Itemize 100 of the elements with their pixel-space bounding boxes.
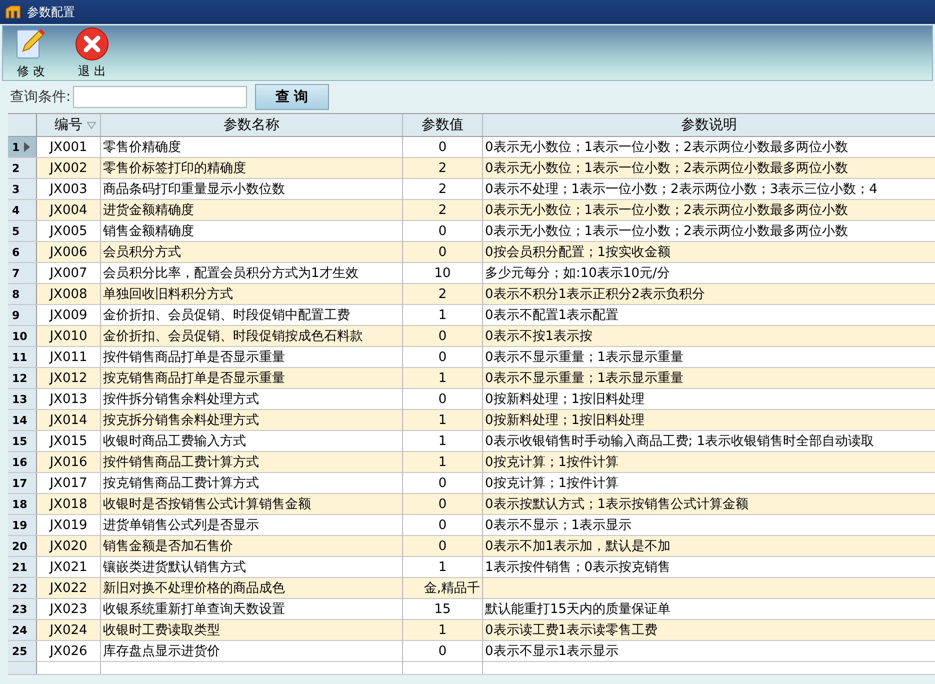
row-header[interactable]: 25 (8, 641, 37, 661)
table-cell: 收银时工费读取类型 (101, 620, 403, 640)
table-cell: 销售金额精确度 (101, 221, 403, 241)
table-cell-text: 0表示收银销售时手动输入商品工费; 1表示收银销售时全部自动读取 (484, 433, 876, 451)
table-cell: JX019 (37, 515, 101, 535)
table-cell: 0 (403, 347, 483, 367)
row-header[interactable]: 21 (8, 557, 37, 577)
table-cell: JX004 (37, 200, 101, 220)
table-row[interactable]: 15 JX015 收银时商品工费输入方式 1 0表示收银销售时手动输入商品工费; 1表示收银销售时全部自动读取 (8, 431, 935, 452)
table-row[interactable]: 10 JX010 金价折扣、会员促销、时段促销按成色石料款 0 0表示不按1表示按 (8, 326, 935, 347)
row-header[interactable]: 24 (8, 620, 37, 640)
table-row[interactable]: 12 JX012 按克销售商品打单是否显示重量 1 0表示不显示重量；1表示显示重量 (8, 368, 935, 389)
row-header[interactable]: 6 (8, 242, 37, 262)
table-cell-text: 0表示无小数位；1表示一位小数；2表示两位小数最多两位小数 (484, 202, 849, 220)
table-cell: 收银时是否按销售公式计算销售金额 (101, 494, 403, 514)
row-header[interactable]: 15 (8, 431, 37, 451)
row-header[interactable]: 11 (8, 347, 37, 367)
table-cell: 商品条码打印重量显示小数位数 (101, 179, 403, 199)
row-header[interactable]: 1 (8, 137, 37, 157)
table-cell: JX022 (37, 578, 101, 598)
table-row[interactable]: 8 JX008 单独回收旧料积分方式 2 0表示不积分1表示正积分2表示负积分 (8, 284, 935, 305)
table-row[interactable]: 1 JX001 零售价精确度 0 0表示无小数位；1表示一位小数；2表示两位小数最多两位小数 (8, 137, 935, 158)
row-header[interactable]: 23 (8, 599, 37, 619)
table-cell: 收银系统重新打单查询天数设置 (101, 599, 403, 619)
table-row[interactable]: 14 JX014 按克拆分销售余料处理方式 1 0按新料处理；1按旧料处理 (8, 410, 935, 431)
column-header[interactable]: 编号 (37, 114, 101, 136)
table-row[interactable]: 13 JX013 按件拆分销售余料处理方式 0 0按新料处理；1按旧料处理 (8, 389, 935, 410)
table-cell: 按件销售商品工费计算方式 (101, 452, 403, 472)
row-header[interactable]: 14 (8, 410, 37, 430)
row-header[interactable]: 22 (8, 578, 37, 598)
table-row[interactable]: 16 JX016 按件销售商品工费计算方式 1 0按克计算；1按件计算 (8, 452, 935, 473)
table-row[interactable]: 5 JX005 销售金额精确度 0 0表示无小数位；1表示一位小数；2表示两位小数最多两位小数 (8, 221, 935, 242)
table-cell: 0 (403, 137, 483, 157)
row-header[interactable]: 16 (8, 452, 37, 472)
row-header[interactable]: 18 (8, 494, 37, 514)
table-cell: JX026 (37, 641, 101, 661)
row-header[interactable]: 8 (8, 284, 37, 304)
table-cell: JX002 (37, 158, 101, 178)
table-row[interactable]: 20 JX020 销售金额是否加石售价 0 0表示不加1表示加，默认是不加 (8, 536, 935, 557)
column-header[interactable]: 参数名称 (101, 114, 403, 136)
query-field[interactable] (72, 86, 247, 108)
table-row[interactable]: 9 JX009 金价折扣、会员促销、时段促销中配置工费 1 0表示不配置1表示配置 (8, 305, 935, 326)
row-header[interactable]: 2 (8, 158, 37, 178)
table-cell: 15 (403, 599, 483, 619)
row-header[interactable]: 4 (8, 200, 37, 220)
row-header[interactable]: 10 (8, 326, 37, 346)
row-header[interactable]: 3 (8, 179, 37, 199)
table-cell: JX005 (37, 221, 101, 241)
table-cell: 进货金额精确度 (101, 200, 403, 220)
table-cell: 按克拆分销售余料处理方式 (101, 410, 403, 430)
row-header[interactable]: 7 (8, 263, 37, 283)
table-cell: JX024 (37, 620, 101, 640)
column-header[interactable]: 参数值 (403, 114, 483, 136)
table-row[interactable]: 21 JX021 镶嵌类进货默认销售方式 1 1表示按件销售；0表示按克销售 (8, 557, 935, 578)
table-cell: 会员积分比率，配置会员积分方式为1才生效 (101, 263, 403, 283)
table-row[interactable]: 19 JX019 进货单销售公式列是否显示 0 0表示不显示；1表示显示 (8, 515, 935, 536)
table-cell: 1 (403, 452, 483, 472)
table-row[interactable]: 6 JX006 会员积分方式 0 0按会员积分配置；1按实收金额 (8, 242, 935, 263)
row-header[interactable]: 5 (8, 221, 37, 241)
table-cell: JX014 (37, 410, 101, 430)
exit-button[interactable]: 退 出 (75, 26, 109, 80)
table-cell: JX007 (37, 263, 101, 283)
table-row[interactable]: 2 JX002 零售价标签打印的精确度 2 0表示无小数位；1表示一位小数；2表示两位小数最多两位小数 (8, 158, 935, 179)
window-title: 参数配置 (27, 4, 75, 20)
table-cell: 按件拆分销售余料处理方式 (101, 389, 403, 409)
table-cell: 0 (403, 536, 483, 556)
table-cell: 收银时商品工费输入方式 (101, 431, 403, 451)
table-cell: 0 (403, 326, 483, 346)
table-row[interactable]: 4 JX004 进货金额精确度 2 0表示无小数位；1表示一位小数；2表示两位小数最多两位小数 (8, 200, 935, 221)
table-row[interactable]: 17 JX017 按克销售商品工费计算方式 0 0按克计算；1按件计算 (8, 473, 935, 494)
query-button[interactable]: 查 询 (254, 84, 329, 110)
table-cell: JX009 (37, 305, 101, 325)
row-header[interactable]: 9 (8, 305, 37, 325)
edit-button[interactable]: 修 改 (15, 26, 47, 80)
table-row[interactable]: 11 JX011 按件销售商品打单是否显示重量 0 0表示不显示重量；1表示显示重量 (8, 347, 935, 368)
row-header[interactable]: 20 (8, 536, 37, 556)
table-cell: 1 (403, 368, 483, 388)
table-row[interactable]: 22 JX022 新旧对换不处理价格的商品成色 金,精品千 (8, 578, 935, 599)
table-row[interactable]: 23 JX023 收银系统重新打单查询天数设置 15 默认能重打15天内的质量保证单 (8, 599, 935, 620)
table-row[interactable]: 7 JX007 会员积分比率，配置会员积分方式为1才生效 10 多少元每分；如:10表示10元/分 (8, 263, 935, 284)
table-cell-text: 0按克计算；1按件计算 (484, 475, 620, 493)
table-row[interactable]: 18 JX018 收银时是否按销售公式计算销售金额 0 0表示按默认方式；1表示按销售公式计算金额 (8, 494, 935, 515)
table-cell: JX018 (37, 494, 101, 514)
table-row[interactable]: 3 JX003 商品条码打印重量显示小数位数 2 0表示不处理；1表示一位小数；2表示两位小数；3表示三位小数；4 (8, 179, 935, 200)
column-header[interactable]: 参数说明 (483, 114, 935, 136)
app-icon (5, 5, 21, 19)
row-header[interactable]: 19 (8, 515, 37, 535)
table-cell: JX015 (37, 431, 101, 451)
table-cell: 2 (403, 284, 483, 304)
row-header[interactable]: 13 (8, 389, 37, 409)
table-row[interactable]: 24 JX024 收银时工费读取类型 1 0表示读工费1表示读零售工费 (8, 620, 935, 641)
table-cell-text: 0表示无小数位；1表示一位小数；2表示两位小数最多两位小数 (484, 160, 849, 178)
table-cell: 1 (403, 410, 483, 430)
table-cell: 新旧对换不处理价格的商品成色 (101, 578, 403, 598)
row-header[interactable]: 12 (8, 368, 37, 388)
table-cell: 0 (403, 494, 483, 514)
row-header[interactable]: 17 (8, 473, 37, 493)
table-row[interactable]: 25 JX026 库存盘点显示进货价 0 0表示不显示1表示显示 (8, 641, 935, 662)
row-indicator-icon (24, 142, 30, 152)
table-cell: 按件销售商品打单是否显示重量 (101, 347, 403, 367)
